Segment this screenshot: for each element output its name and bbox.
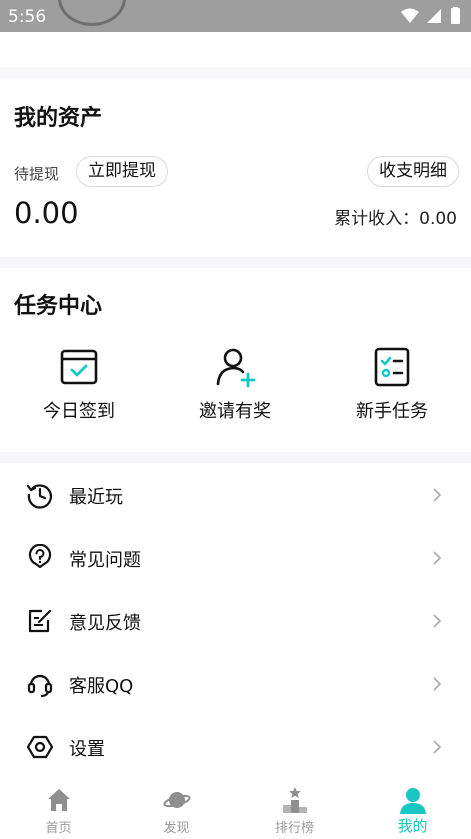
settings-hexagon-icon xyxy=(26,735,54,759)
add-user-icon xyxy=(216,348,256,388)
signal-icon xyxy=(427,9,441,23)
task-center-title: 任务中心 xyxy=(14,294,103,319)
status-time: 5:56 xyxy=(8,7,47,27)
assets-card: 我的资产 待提现 立即提现 收支明细 0.00 累计收入：0.00 xyxy=(0,78,471,257)
wifi-icon xyxy=(401,8,419,23)
menu-list: 最近玩 常见问题 意见反馈 客服QQ 设置 xyxy=(0,463,471,777)
task-center-card: 任务中心 今日签到 邀请有奖 新手任务 xyxy=(0,268,471,452)
task-daily-checkin[interactable]: 今日签到 xyxy=(9,346,149,426)
planet-icon xyxy=(162,792,191,808)
calendar-check-icon xyxy=(60,349,98,385)
task-label: 邀请有奖 xyxy=(199,401,271,422)
menu-label: 意见反馈 xyxy=(69,613,141,634)
withdraw-now-button[interactable]: 立即提现 xyxy=(76,156,168,187)
system-status-icons xyxy=(401,7,460,24)
tab-label: 首页 xyxy=(45,821,72,836)
avatar[interactable] xyxy=(58,0,126,26)
bottom-tab-bar: 首页 发现 排行榜 我的 xyxy=(0,777,471,839)
task-label: 今日签到 xyxy=(43,401,115,422)
tab-mine[interactable]: 我的 xyxy=(354,777,471,839)
balance-value: 0.00 xyxy=(14,196,79,230)
header-spacer xyxy=(0,32,471,67)
menu-item-settings[interactable]: 设置 xyxy=(0,715,471,777)
headset-icon xyxy=(27,674,53,697)
podium-icon xyxy=(282,787,307,813)
chevron-right-icon xyxy=(433,677,442,691)
menu-item-feedback[interactable]: 意见反馈 xyxy=(0,589,471,651)
menu-item-recently-played[interactable]: 最近玩 xyxy=(0,463,471,525)
question-icon xyxy=(28,544,52,569)
tab-discover[interactable]: 发现 xyxy=(118,777,235,839)
tab-leaderboard[interactable]: 排行榜 xyxy=(236,777,353,839)
menu-item-faq[interactable]: 常见问题 xyxy=(0,526,471,588)
home-icon xyxy=(47,789,70,811)
chevron-right-icon xyxy=(433,614,442,628)
status-bar: 5:56 xyxy=(0,0,471,32)
task-newbie[interactable]: 新手任务 xyxy=(322,346,462,426)
chevron-right-icon xyxy=(433,551,442,565)
feedback-edit-icon xyxy=(28,609,52,633)
chevron-right-icon xyxy=(433,488,442,502)
checklist-icon xyxy=(374,347,410,387)
total-income: 累计收入：0.00 xyxy=(334,209,457,229)
task-invite-reward[interactable]: 邀请有奖 xyxy=(165,346,305,426)
menu-label: 客服QQ xyxy=(69,676,134,697)
chevron-right-icon xyxy=(433,740,442,754)
task-label: 新手任务 xyxy=(356,401,428,422)
income-expense-detail-button[interactable]: 收支明细 xyxy=(367,156,459,187)
pending-withdraw-label: 待提现 xyxy=(14,165,60,183)
menu-label: 设置 xyxy=(69,739,105,760)
tab-label: 我的 xyxy=(397,817,428,835)
tab-home[interactable]: 首页 xyxy=(0,777,117,839)
menu-label: 最近玩 xyxy=(69,487,123,508)
menu-label: 常见问题 xyxy=(69,550,141,571)
battery-icon xyxy=(451,8,460,24)
assets-title: 我的资产 xyxy=(14,106,103,131)
menu-item-customer-service-qq[interactable]: 客服QQ xyxy=(0,652,471,714)
tab-label: 排行榜 xyxy=(274,821,314,836)
tab-label: 发现 xyxy=(163,821,190,836)
history-icon xyxy=(26,484,52,509)
person-icon xyxy=(399,788,426,814)
